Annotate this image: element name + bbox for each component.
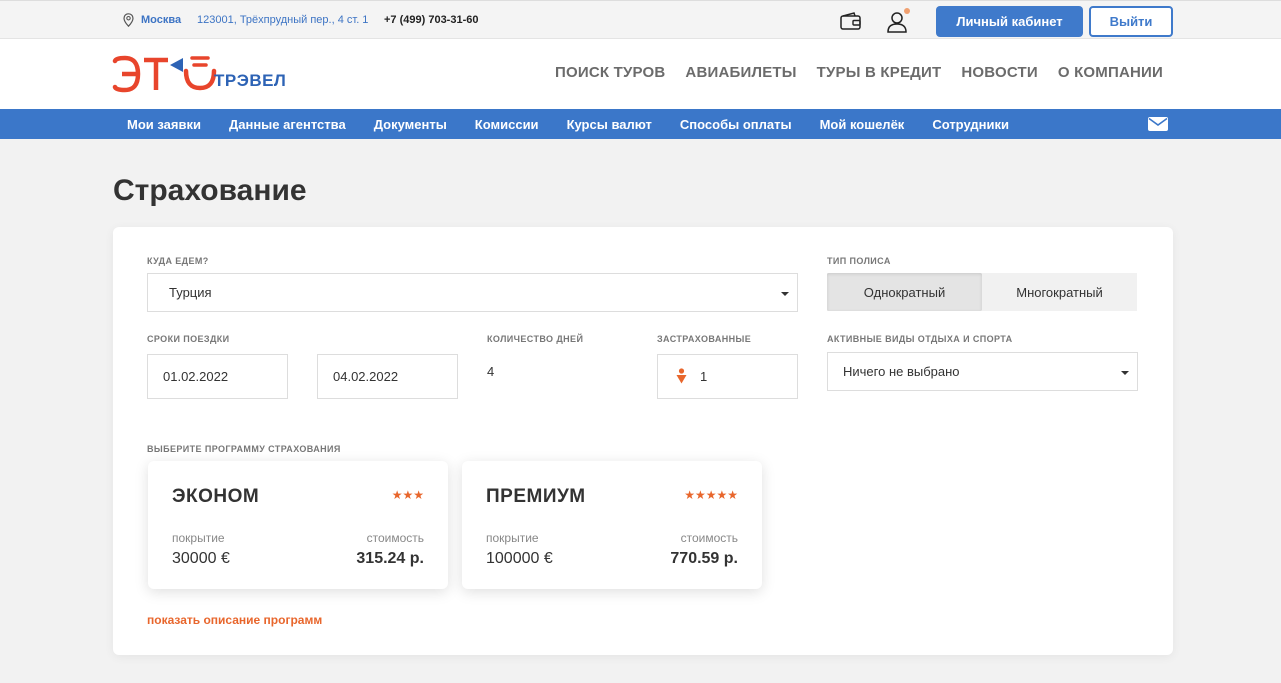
- insured-count-field[interactable]: 1: [657, 354, 798, 399]
- wallet-icon[interactable]: [840, 12, 862, 30]
- user-profile-icon[interactable]: [886, 8, 912, 34]
- personal-cabinet-button[interactable]: Личный кабинет: [936, 6, 1083, 37]
- coverage-label: покрытие: [486, 531, 539, 545]
- page-title: Страхование: [113, 174, 307, 207]
- program-select-label: ВЫБЕРИТЕ ПРОГРАММУ СТРАХОВАНИЯ: [147, 444, 341, 454]
- subnav-payment-methods[interactable]: Способы оплаты: [680, 117, 792, 132]
- mail-icon[interactable]: [1148, 117, 1168, 131]
- program-name: ПРЕМИУМ: [486, 486, 586, 507]
- phone-number[interactable]: +7 (499) 703-31-60: [384, 14, 478, 26]
- destination-value: Турция: [169, 285, 212, 300]
- nav-about[interactable]: О КОМПАНИИ: [1058, 64, 1163, 81]
- policy-single-option[interactable]: Однократный: [827, 273, 982, 311]
- city-link[interactable]: Москва: [141, 14, 181, 26]
- policy-type-toggle: Однократный Многократный: [827, 273, 1137, 311]
- person-icon: [676, 368, 687, 384]
- nav-flights[interactable]: АВИАБИЛЕТЫ: [685, 64, 796, 81]
- subnav-employees[interactable]: Сотрудники: [932, 117, 1009, 132]
- chevron-down-icon: [1121, 370, 1129, 375]
- subnav-exchange-rates[interactable]: Курсы валют: [567, 117, 652, 132]
- nav-tours-credit[interactable]: ТУРЫ В КРЕДИТ: [817, 64, 942, 81]
- subnav-documents[interactable]: Документы: [374, 117, 447, 132]
- nav-tour-search[interactable]: ПОИСК ТУРОВ: [555, 64, 665, 81]
- price-value: 770.59 р.: [670, 550, 738, 567]
- logout-button[interactable]: Выйти: [1089, 6, 1173, 37]
- policy-type-label: ТИП ПОЛИСА: [827, 256, 891, 266]
- top-bar: Москва 123001, Трёхпрудный пер., 4 ст. 1…: [0, 0, 1281, 39]
- days-count-label: КОЛИЧЕСТВО ДНЕЙ: [487, 334, 584, 344]
- subnav-my-wallet[interactable]: Мой кошелёк: [820, 117, 905, 132]
- star-rating-icon: ★★★★★: [684, 488, 738, 502]
- activities-label: АКТИВНЫЕ ВИДЫ ОТДЫХА И СПОРТА: [827, 334, 1013, 344]
- program-name: ЭКОНОМ: [172, 486, 260, 507]
- location-pin-icon: [123, 13, 134, 27]
- nav-news[interactable]: НОВОСТИ: [961, 64, 1037, 81]
- date-to-value: 04.02.2022: [333, 369, 399, 384]
- program-card-premium[interactable]: ПРЕМИУМ ★★★★★ покрытие 100000 € стоимост…: [462, 461, 762, 589]
- coverage-label: покрытие: [172, 531, 225, 545]
- activities-value: Ничего не выбрано: [843, 364, 960, 379]
- date-from-value: 01.02.2022: [163, 369, 229, 384]
- date-from-field[interactable]: 01.02.2022: [147, 354, 288, 399]
- destination-select[interactable]: Турция: [147, 273, 798, 312]
- days-count-value: 4: [487, 364, 495, 379]
- main-navigation: ПОИСК ТУРОВ АВИАБИЛЕТЫ ТУРЫ В КРЕДИТ НОВ…: [555, 64, 1163, 81]
- agency-subnav: Мои заявки Данные агентства Документы Ко…: [0, 109, 1281, 139]
- logo-subtitle: ТРЭВЕЛ: [214, 71, 287, 90]
- insured-count-value: 1: [700, 369, 708, 384]
- price-label: стоимость: [366, 531, 424, 545]
- show-program-description-link[interactable]: показать описание программ: [147, 613, 322, 627]
- destination-label: КУДА ЕДЕМ?: [147, 256, 209, 266]
- policy-multi-option[interactable]: Многократный: [982, 273, 1137, 311]
- trip-dates-label: СРОКИ ПОЕЗДКИ: [147, 334, 230, 344]
- insurance-form-card: КУДА ЕДЕМ? Турция ТИП ПОЛИСА Однократный…: [113, 227, 1173, 655]
- chevron-down-icon: [781, 291, 789, 296]
- activities-select[interactable]: Ничего не выбрано: [827, 352, 1138, 391]
- coverage-value: 30000 €: [172, 550, 230, 567]
- address-text: 123001, Трёхпрудный пер., 4 ст. 1: [197, 14, 369, 26]
- date-to-field[interactable]: 04.02.2022: [317, 354, 458, 399]
- program-card-econom[interactable]: ЭКОНОМ ★★★ покрытие 30000 € стоимость 31…: [148, 461, 448, 589]
- price-label: стоимость: [680, 531, 738, 545]
- price-value: 315.24 р.: [356, 550, 424, 567]
- subnav-commissions[interactable]: Комиссии: [475, 117, 539, 132]
- subnav-my-requests[interactable]: Мои заявки: [127, 117, 201, 132]
- insured-label: ЗАСТРАХОВАННЫЕ: [657, 334, 752, 344]
- site-header: ТРЭВЕЛ ПОИСК ТУРОВ АВИАБИЛЕТЫ ТУРЫ В КРЕ…: [0, 39, 1281, 109]
- star-rating-icon: ★★★: [391, 488, 424, 502]
- subnav-agency-data[interactable]: Данные агентства: [229, 117, 346, 132]
- coverage-value: 100000 €: [486, 550, 553, 567]
